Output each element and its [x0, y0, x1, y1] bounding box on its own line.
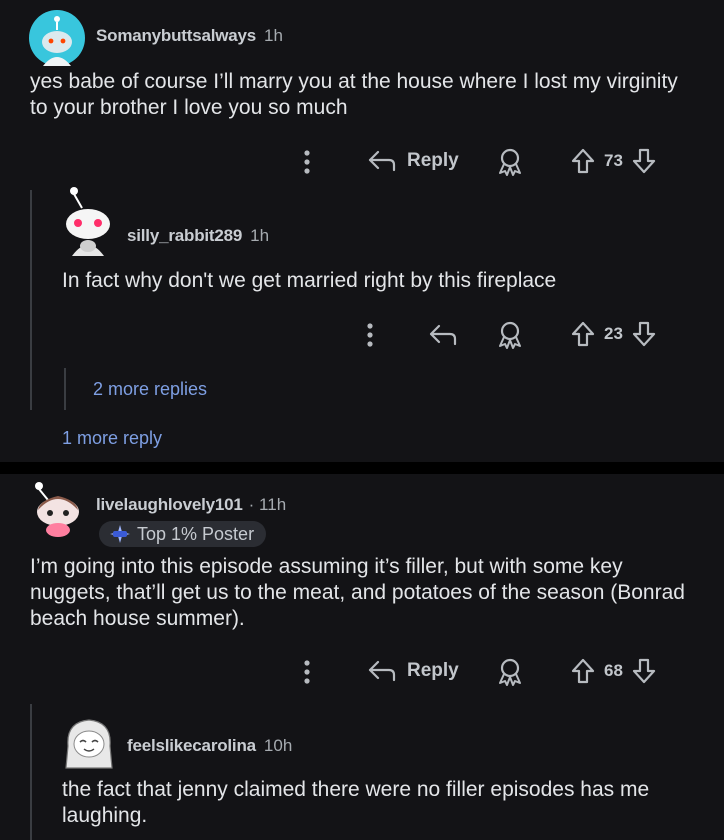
comment-body: the fact that jenny claimed there were n… [62, 778, 650, 827]
top-poster-badge: Top 1% Poster [99, 521, 267, 547]
award-icon [499, 148, 521, 176]
downvote-icon[interactable] [631, 657, 657, 685]
comment-timestamp: 1h [264, 26, 283, 45]
comment-username[interactable]: livelaughlovely101 [96, 495, 243, 515]
downvote-icon[interactable] [631, 320, 657, 348]
more-options-button[interactable] [300, 149, 314, 175]
reply-arrow-icon [368, 660, 396, 682]
comment-thread-2: livelaughlovely101 · 11h Top 1% Poster I… [0, 474, 724, 840]
more-options-icon [304, 150, 310, 174]
reply-label: Reply [407, 660, 459, 681]
avatar[interactable] [62, 186, 114, 256]
comment-username[interactable]: silly_rabbit289 [127, 226, 242, 246]
reply-label: Reply [407, 150, 459, 171]
snoo-avatar-icon [65, 719, 113, 769]
comment-timestamp: 10h [263, 736, 293, 755]
comment-body: In fact why don't we get married right b… [62, 269, 557, 292]
vote-count: 23 [604, 324, 623, 343]
upvote-icon[interactable] [570, 320, 596, 348]
comment-username[interactable]: feelslikecarolina [127, 736, 256, 756]
upvote-icon[interactable] [570, 147, 596, 175]
avatar[interactable] [29, 10, 85, 66]
award-button[interactable] [496, 321, 524, 349]
snoo-avatar-icon [66, 187, 110, 256]
comment-timestamp: · 11h [248, 495, 287, 514]
vote-group: 73 [570, 147, 657, 175]
comment-body: yes babe of course I’ll marry you at the… [30, 70, 678, 119]
badge-label: Top 1% Poster [137, 523, 255, 544]
vote-count: 68 [604, 661, 623, 680]
more-options-button[interactable] [300, 659, 314, 685]
avatar[interactable] [30, 480, 82, 544]
thread-line[interactable] [64, 368, 66, 410]
reply-button[interactable]: Reply [367, 148, 459, 174]
comment-thread-1: Somanybuttsalways 1h yes babe of course … [0, 0, 724, 462]
vote-group: 23 [570, 320, 657, 348]
upvote-icon[interactable] [570, 657, 596, 685]
reply-arrow-icon [429, 324, 457, 346]
thread-line[interactable] [30, 190, 32, 410]
thread-line[interactable] [30, 704, 32, 840]
more-options-icon [304, 660, 310, 684]
avatar[interactable] [62, 716, 116, 770]
comment-body: I’m going into this episode assuming it’… [30, 555, 685, 630]
sparkle-badge-icon [110, 525, 130, 543]
award-icon [499, 321, 521, 349]
downvote-icon[interactable] [631, 147, 657, 175]
snoo-avatar-icon [35, 482, 79, 537]
award-button[interactable] [496, 658, 524, 686]
reply-button[interactable]: Reply [367, 658, 459, 684]
comment-timestamp: 1h [250, 226, 270, 245]
vote-count: 73 [604, 151, 623, 170]
award-button[interactable] [496, 148, 524, 176]
reply-button[interactable] [428, 322, 458, 348]
snoo-avatar-icon [29, 10, 85, 66]
more-options-button[interactable] [363, 322, 377, 348]
more-options-icon [367, 323, 373, 347]
more-reply-link[interactable]: 1 more reply [62, 428, 162, 449]
reply-arrow-icon [368, 150, 396, 172]
more-replies-link[interactable]: 2 more replies [93, 379, 207, 400]
award-icon [499, 658, 521, 686]
comment-username[interactable]: Somanybuttsalways [96, 26, 256, 46]
vote-group: 68 [570, 657, 657, 685]
